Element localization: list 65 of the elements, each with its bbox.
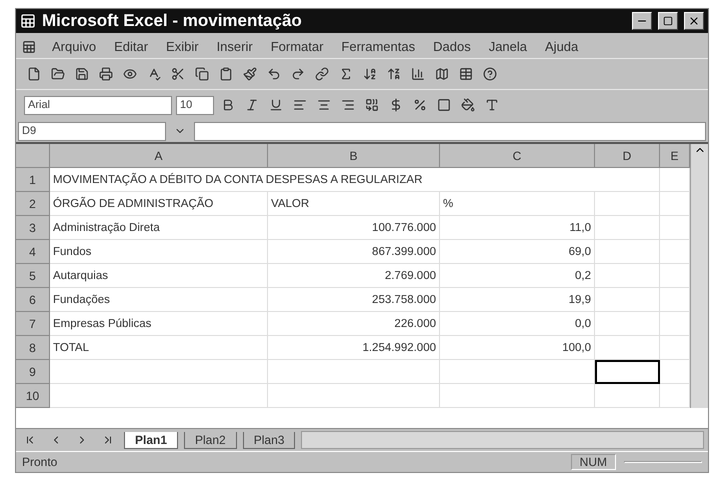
maximize-icon bbox=[663, 16, 673, 26]
table-cell: 1.254.992.000 bbox=[268, 336, 440, 360]
menu-item[interactable]: Inserir bbox=[214, 37, 255, 56]
menu-item[interactable]: Arquivo bbox=[50, 37, 98, 56]
column-header[interactable]: D bbox=[595, 144, 660, 168]
excel-icon bbox=[20, 13, 36, 29]
table-cell: 0,2 bbox=[440, 264, 595, 288]
row-header[interactable]: 3 bbox=[16, 216, 50, 240]
table-cell: Fundações bbox=[50, 288, 268, 312]
font-name-field[interactable]: Arial bbox=[24, 96, 172, 114]
table-cell: 226.000 bbox=[268, 312, 440, 336]
row-header[interactable]: 1 bbox=[16, 168, 50, 192]
window-title: Microsoft Excel - movimentação bbox=[42, 11, 303, 31]
menu-item[interactable]: Dados bbox=[431, 37, 473, 56]
table-cell: 867.399.000 bbox=[268, 240, 440, 264]
document-icon bbox=[22, 40, 36, 54]
sheet-tab[interactable]: Plan3 bbox=[242, 432, 296, 448]
maximize-button[interactable] bbox=[658, 12, 678, 30]
table-cell: Empresas Públicas bbox=[50, 312, 268, 336]
column-header[interactable]: A bbox=[50, 144, 268, 168]
formula-field[interactable] bbox=[194, 122, 706, 140]
row-header[interactable]: 7 bbox=[16, 312, 50, 336]
close-icon bbox=[688, 15, 700, 27]
num-lock-indicator: NUM bbox=[570, 454, 616, 470]
close-button[interactable] bbox=[684, 12, 704, 30]
font-size-field[interactable]: 10 bbox=[176, 96, 214, 114]
table-cell: Fundos bbox=[50, 240, 268, 264]
menu-item[interactable]: Editar bbox=[112, 37, 150, 56]
table-cell: 69,0 bbox=[440, 240, 595, 264]
table-cell: 253.758.000 bbox=[268, 288, 440, 312]
horizontal-scrollbar[interactable] bbox=[301, 431, 704, 449]
table-cell: TOTAL bbox=[50, 336, 268, 360]
menu-item[interactable]: Ferramentas bbox=[339, 37, 418, 56]
table-cell: 0,0 bbox=[440, 312, 595, 336]
sheet-tab[interactable]: Plan1 bbox=[124, 432, 178, 448]
column-header[interactable]: E bbox=[660, 144, 690, 168]
column-header[interactable]: C bbox=[440, 144, 595, 168]
name-box[interactable]: D9 bbox=[18, 122, 166, 140]
row-header[interactable]: 2 bbox=[16, 192, 50, 216]
table-cell: 100,0 bbox=[440, 336, 595, 360]
table-cell: MOVIMENTAÇÃO A DÉBITO DA CONTA DESPESAS A REGULARIZAR bbox=[50, 168, 660, 192]
menu-item[interactable]: Janela bbox=[486, 37, 530, 56]
row-header[interactable]: 5 bbox=[16, 264, 50, 288]
table-cell: Administração Direta bbox=[50, 216, 268, 240]
table-cell: 19,9 bbox=[440, 288, 595, 312]
status-text: Pronto bbox=[22, 455, 58, 469]
row-header[interactable]: 9 bbox=[16, 360, 50, 384]
table-cell: % bbox=[440, 192, 595, 216]
menu-item[interactable]: Formatar bbox=[268, 37, 326, 56]
table-cell: VALOR bbox=[268, 192, 440, 216]
table-cell: Autarquias bbox=[50, 264, 268, 288]
table-cell: 100.776.000 bbox=[268, 216, 440, 240]
row-header[interactable]: 10 bbox=[16, 384, 50, 408]
row-header[interactable]: 8 bbox=[16, 336, 50, 360]
vertical-scrollbar[interactable] bbox=[690, 144, 708, 408]
table-cell: 11,0 bbox=[440, 216, 595, 240]
row-header[interactable]: 4 bbox=[16, 240, 50, 264]
menu-item[interactable]: Ajuda bbox=[543, 37, 580, 56]
minimize-button[interactable] bbox=[632, 12, 652, 30]
menu-item[interactable]: Exibir bbox=[164, 37, 201, 56]
table-cell: 2.769.000 bbox=[268, 264, 440, 288]
row-header[interactable]: 6 bbox=[16, 288, 50, 312]
sheet-tab[interactable]: Plan2 bbox=[184, 432, 237, 448]
column-header[interactable]: B bbox=[268, 144, 440, 168]
table-cell: ÓRGÃO DE ADMINISTRAÇÃO bbox=[50, 192, 268, 216]
